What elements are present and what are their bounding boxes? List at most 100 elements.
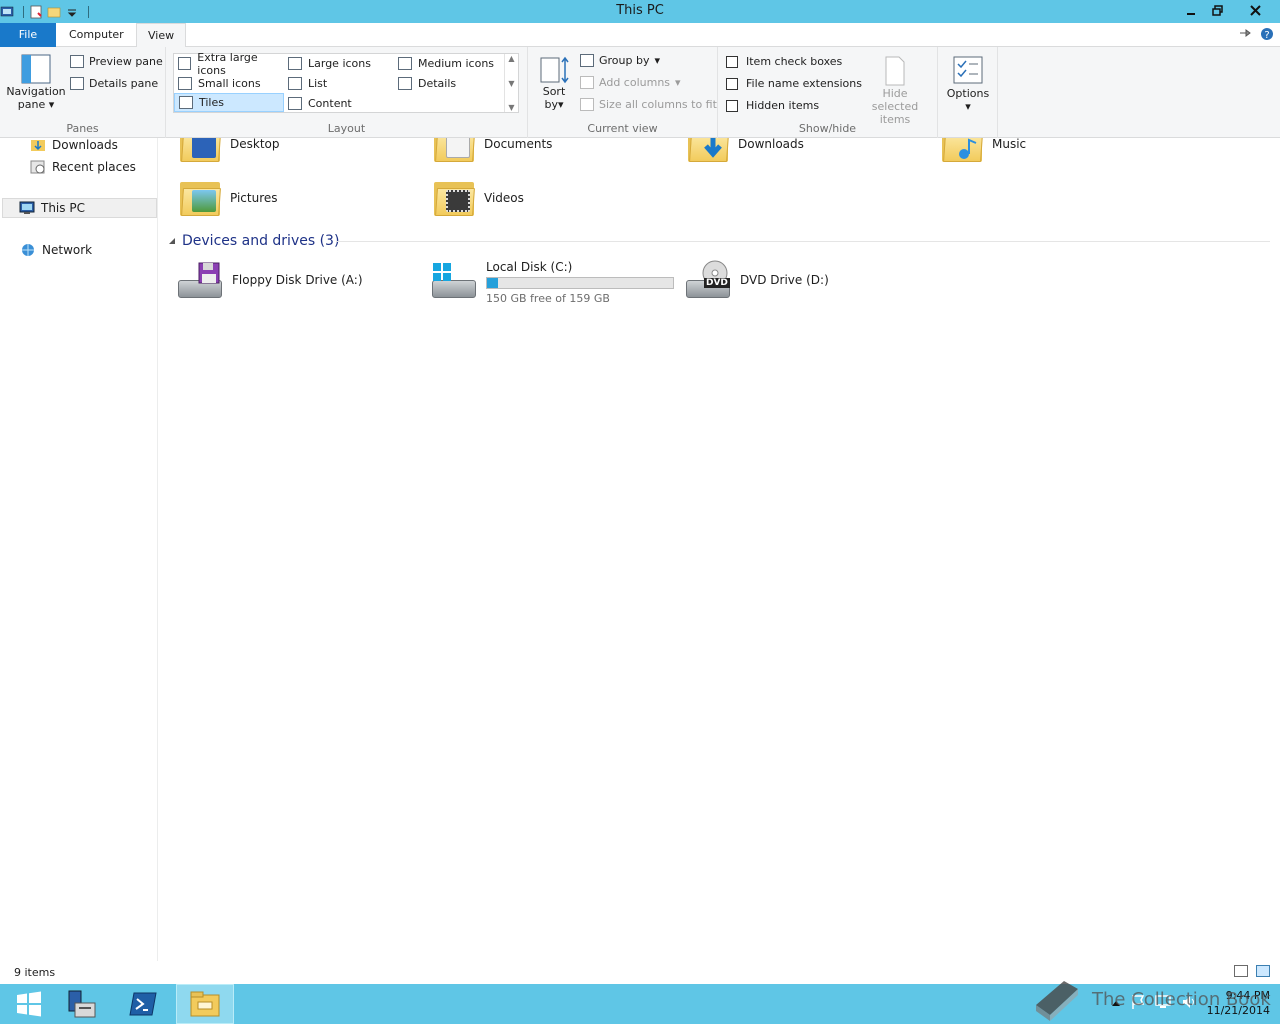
nav-item-this-pc[interactable]: This PC xyxy=(2,198,157,218)
layout-content[interactable]: Content xyxy=(284,94,394,113)
downloads-folder-icon xyxy=(31,140,45,151)
window-title: This PC xyxy=(616,3,664,18)
folder-tile-desktop[interactable]: Desktop xyxy=(178,138,280,164)
details-pane-button[interactable]: Details pane xyxy=(70,77,158,90)
nav-item-downloads[interactable]: Downloads xyxy=(30,135,118,155)
minimize-button[interactable] xyxy=(1177,0,1204,21)
drive-tile-local-disk[interactable]: Local Disk (C:) 150 GB free of 159 GB xyxy=(430,260,674,305)
folder-tile-music[interactable]: Music xyxy=(940,138,1026,164)
scroll-down-icon[interactable]: ▼ xyxy=(508,79,514,88)
disk-usage-bar xyxy=(486,277,674,289)
scroll-up-icon[interactable]: ▲ xyxy=(508,54,514,63)
layout-large-icons[interactable]: Large icons xyxy=(284,54,394,73)
preview-pane-icon xyxy=(70,55,84,68)
videos-folder-icon xyxy=(432,178,476,218)
options-button[interactable]: Options ▾ xyxy=(942,55,994,113)
ribbon-tabs: File Computer View ? xyxy=(0,23,1280,48)
file-name-extensions-toggle[interactable]: File name extensions xyxy=(726,77,862,90)
tab-file[interactable]: File xyxy=(0,23,56,47)
pictures-folder-icon xyxy=(178,178,222,218)
drive-tile-floppy[interactable]: Floppy Disk Drive (A:) xyxy=(176,260,363,300)
medium-icons-icon xyxy=(398,57,412,70)
layout-details[interactable]: Details xyxy=(394,74,502,93)
watermark: The Collection Book xyxy=(1030,975,1271,1023)
windows-logo-icon xyxy=(17,991,41,1017)
folder-tile-documents[interactable]: Documents xyxy=(432,138,552,164)
server-manager-taskbar-button[interactable] xyxy=(52,984,110,1024)
powershell-taskbar-button[interactable] xyxy=(114,984,172,1024)
svg-text:?: ? xyxy=(1264,30,1269,41)
navigation-pane: Downloads Recent places This PC Network xyxy=(0,138,158,961)
downloads-folder-icon xyxy=(686,138,730,164)
size-columns-button[interactable]: Size all columns to fit xyxy=(580,98,717,111)
extra-large-icons-icon xyxy=(178,57,192,70)
size-columns-icon xyxy=(580,98,594,111)
folder-tile-videos[interactable]: Videos xyxy=(432,178,524,218)
tiles-icon xyxy=(179,96,193,109)
content-area: Desktop Documents Downloads Music Pictur… xyxy=(158,138,1280,961)
powershell-icon xyxy=(129,992,157,1016)
hidden-items-toggle[interactable]: Hidden items xyxy=(726,99,819,112)
desktop-folder-icon xyxy=(178,138,222,164)
item-count: 9 items xyxy=(14,966,56,979)
item-check-boxes-toggle[interactable]: Item check boxes xyxy=(726,55,842,68)
folder-tile-downloads[interactable]: Downloads xyxy=(686,138,804,164)
layout-gallery: Extra large icons Large icons Medium ico… xyxy=(173,51,519,113)
disk-usage-fill xyxy=(487,278,498,288)
ribbon: Navigation pane ▾ Preview pane Details p… xyxy=(0,47,1280,138)
layout-gallery-scroll[interactable]: ▲ ▼ ▼ xyxy=(504,54,518,112)
devices-section-header[interactable]: Devices and drives (3) xyxy=(168,233,339,249)
nav-item-network[interactable]: Network xyxy=(20,240,92,260)
tab-view[interactable]: View xyxy=(136,23,187,48)
sort-by-icon xyxy=(540,56,569,84)
layout-list[interactable]: List xyxy=(284,74,394,93)
navigation-pane-button[interactable]: Navigation pane ▾ xyxy=(6,53,66,111)
section-divider xyxy=(336,241,1270,242)
group-by-button[interactable]: Group by ▾ xyxy=(580,54,660,67)
close-button[interactable] xyxy=(1231,0,1279,21)
ribbon-controls: ? xyxy=(1238,27,1274,44)
content-icon xyxy=(288,97,302,110)
tab-computer[interactable]: Computer xyxy=(58,23,135,47)
sort-by-button[interactable]: Sort by▾ xyxy=(536,55,572,111)
add-columns-button[interactable]: Add columns ▾ xyxy=(580,76,681,89)
file-name-extensions-checkbox[interactable] xyxy=(726,77,738,90)
local-disk-details: Local Disk (C:) 150 GB free of 159 GB xyxy=(486,260,674,305)
options-icon xyxy=(953,56,983,84)
floppy-drive-icon xyxy=(176,260,224,300)
nav-item-recent-places[interactable]: Recent places xyxy=(30,157,136,177)
title-bar: This PC xyxy=(0,0,1280,23)
file-explorer-taskbar-button[interactable] xyxy=(176,984,234,1024)
hidden-items-checkbox[interactable] xyxy=(726,99,738,112)
local-disk-icon xyxy=(430,260,478,300)
layout-small-icons[interactable]: Small icons xyxy=(174,74,284,93)
layout-medium-icons[interactable]: Medium icons xyxy=(394,54,502,73)
small-icons-icon xyxy=(178,77,192,90)
help-icon[interactable]: ? xyxy=(1260,27,1274,44)
item-check-boxes-checkbox[interactable] xyxy=(726,55,738,68)
minimize-ribbon-icon[interactable] xyxy=(1238,27,1252,44)
preview-pane-button[interactable]: Preview pane xyxy=(70,55,163,68)
restore-button[interactable] xyxy=(1204,0,1231,21)
layout-group-label: Layout xyxy=(327,122,366,135)
expand-gallery-icon[interactable]: ▼ xyxy=(508,103,514,112)
network-icon xyxy=(22,244,34,256)
details-pane-icon xyxy=(70,77,84,90)
folder-tile-pictures[interactable]: Pictures xyxy=(178,178,278,218)
add-columns-icon xyxy=(580,76,594,89)
list-icon xyxy=(288,77,302,90)
layout-extra-large-icons[interactable]: Extra large icons xyxy=(174,51,284,77)
hide-selected-items-button[interactable]: Hide selected items xyxy=(858,55,932,126)
layout-tiles[interactable]: Tiles xyxy=(174,93,284,112)
panes-group-label: Panes xyxy=(66,122,99,135)
this-pc-icon xyxy=(19,201,35,214)
navigation-pane-icon xyxy=(21,54,51,84)
options-group: Options ▾ xyxy=(938,47,998,138)
dvd-drive-icon: DVD xyxy=(684,260,732,300)
collapse-section-icon[interactable] xyxy=(168,237,176,245)
current-view-group-label: Current view xyxy=(587,122,658,135)
drive-tile-dvd[interactable]: DVD DVD Drive (D:) xyxy=(684,260,829,300)
start-button[interactable] xyxy=(0,984,58,1024)
server-manager-icon xyxy=(68,990,96,1018)
music-folder-icon xyxy=(940,138,984,164)
